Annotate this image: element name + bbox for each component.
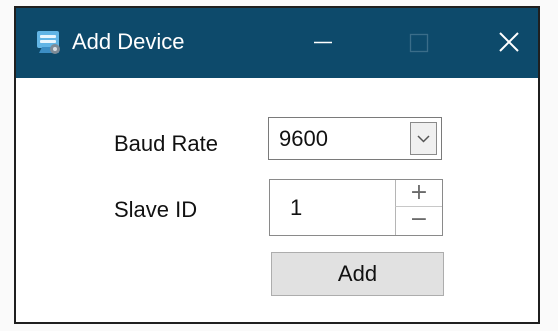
- baud-rate-label: Baud Rate: [114, 131, 218, 156]
- window-title: Add Device: [72, 29, 185, 54]
- maximize-icon: [409, 33, 429, 53]
- add-button[interactable]: Add: [271, 252, 444, 296]
- add-device-window: Add Device Baud Rate 9600 Slave ID 1 + −…: [14, 6, 540, 324]
- maximize-button[interactable]: [383, 8, 453, 78]
- decrement-button[interactable]: −: [395, 207, 442, 235]
- app-icon: [37, 31, 60, 54]
- baud-rate-value: 9600: [279, 126, 328, 151]
- slave-id-value[interactable]: 1: [290, 193, 302, 223]
- slave-id-stepper[interactable]: 1 + −: [269, 179, 443, 236]
- slave-id-label: Slave ID: [114, 197, 198, 222]
- close-button[interactable]: [478, 8, 538, 78]
- minimize-icon: [314, 41, 332, 44]
- baud-rate-select[interactable]: 9600: [268, 117, 442, 160]
- close-icon: [499, 32, 519, 52]
- title-bar[interactable]: Add Device: [16, 8, 538, 78]
- increment-button[interactable]: +: [395, 180, 442, 207]
- minimize-button[interactable]: [288, 8, 358, 78]
- chevron-down-icon: [417, 135, 430, 143]
- baud-rate-dropdown-button[interactable]: [410, 122, 437, 155]
